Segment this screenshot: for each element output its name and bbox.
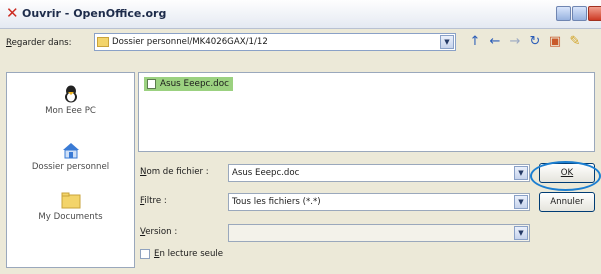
folder-icon bbox=[61, 192, 80, 209]
computer-icon bbox=[64, 85, 77, 103]
minimize-button[interactable] bbox=[556, 6, 571, 21]
cancel-button[interactable]: Annuler bbox=[539, 192, 595, 212]
readonly-checkbox[interactable] bbox=[140, 249, 150, 259]
place-label: Mon Eee PC bbox=[45, 106, 96, 116]
place-label: My Documents bbox=[38, 212, 103, 222]
readonly-label[interactable]: En lecture seule bbox=[154, 249, 223, 259]
places-panel: Mon Eee PC Dossier personnel My Document… bbox=[6, 72, 135, 268]
filename-label: Nom de fichier : bbox=[140, 167, 209, 177]
look-in-label-text: egarder dans: bbox=[11, 38, 72, 48]
file-item[interactable]: Asus Eeepc.doc bbox=[144, 77, 233, 91]
ok-label: OK bbox=[560, 168, 574, 178]
filter-label-text: iltre : bbox=[144, 196, 167, 206]
ok-button[interactable]: OK bbox=[539, 163, 595, 183]
file-name: Asus Eeepc.doc bbox=[160, 79, 229, 89]
window-title: Ouvrir - OpenOffice.org bbox=[22, 7, 167, 20]
home-icon bbox=[62, 143, 79, 159]
tools-icon[interactable]: ✎ bbox=[566, 34, 584, 51]
place-my-documents[interactable]: My Documents bbox=[7, 191, 134, 222]
maximize-button[interactable] bbox=[572, 6, 587, 21]
back-arrow-icon[interactable]: ← bbox=[486, 34, 504, 51]
forward-arrow-icon[interactable]: → bbox=[506, 34, 524, 51]
title-bar: ✕ Ouvrir - OpenOffice.org bbox=[0, 0, 601, 29]
toolbar: Regarder dans: Dossier personnel/MK4026G… bbox=[0, 29, 601, 59]
new-folder-icon[interactable]: ▣ bbox=[546, 34, 564, 51]
look-in-combo[interactable]: Dossier personnel/MK4026GAX/1/12 ▼ bbox=[94, 33, 456, 51]
document-icon bbox=[147, 79, 156, 89]
look-in-label: Regarder dans: bbox=[6, 38, 72, 48]
place-dossier-personnel[interactable]: Dossier personnel bbox=[7, 141, 134, 172]
filename-value: Asus Eeepc.doc bbox=[232, 168, 300, 178]
folder-icon bbox=[97, 37, 109, 47]
refresh-icon[interactable]: ↻ bbox=[526, 34, 544, 51]
filter-value: Tous les fichiers (*.*) bbox=[232, 197, 321, 207]
file-list[interactable]: Asus Eeepc.doc bbox=[138, 72, 595, 152]
chevron-down-icon[interactable]: ▼ bbox=[514, 166, 528, 180]
up-arrow-icon[interactable]: ↑ bbox=[466, 34, 484, 51]
version-label-text: ersion : bbox=[145, 227, 178, 237]
filter-label: Filtre : bbox=[140, 196, 167, 206]
openoffice-icon: ✕ bbox=[6, 4, 19, 22]
version-label: Version : bbox=[140, 227, 178, 237]
look-in-value: Dossier personnel/MK4026GAX/1/12 bbox=[112, 37, 268, 47]
readonly-label-text: n lecture seule bbox=[159, 249, 224, 259]
version-select[interactable]: ▼ bbox=[228, 224, 530, 242]
place-mon-eee-pc[interactable]: Mon Eee PC bbox=[7, 85, 134, 116]
filename-input[interactable]: Asus Eeepc.doc ▼ bbox=[228, 164, 530, 182]
close-button[interactable] bbox=[588, 6, 601, 21]
filename-label-text: om de fichier : bbox=[146, 167, 209, 177]
cancel-label: Annuler bbox=[550, 197, 584, 207]
chevron-down-icon[interactable]: ▼ bbox=[440, 35, 454, 49]
chevron-down-icon[interactable]: ▼ bbox=[514, 226, 528, 240]
place-label: Dossier personnel bbox=[31, 162, 110, 172]
filter-select[interactable]: Tous les fichiers (*.*) ▼ bbox=[228, 193, 530, 211]
chevron-down-icon[interactable]: ▼ bbox=[514, 195, 528, 209]
